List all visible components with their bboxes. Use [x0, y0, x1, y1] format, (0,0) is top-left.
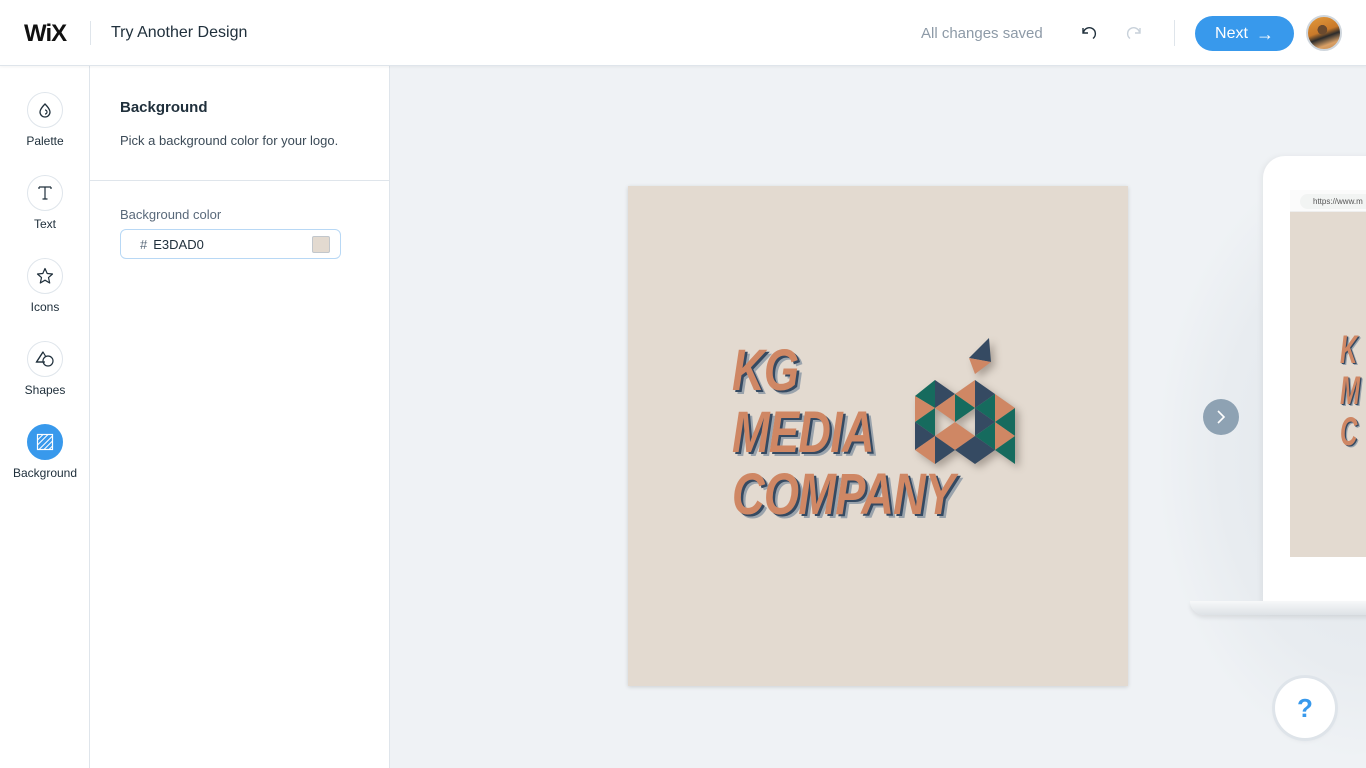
mockup-logo-line: K	[1340, 328, 1358, 372]
logo-line: COMPANY	[732, 462, 955, 527]
sidebar-label: Background	[12, 466, 78, 480]
undo-icon	[1082, 27, 1097, 40]
laptop-mockup: https://www.m K M C	[1263, 156, 1366, 612]
sidebar-item-shapes[interactable]: Shapes	[0, 341, 90, 397]
mockup-url: https://www.m	[1300, 194, 1366, 209]
user-avatar[interactable]	[1306, 15, 1342, 51]
hash-symbol: #	[140, 236, 148, 252]
chevron-right-icon	[1217, 410, 1226, 424]
page-title: Try Another Design	[111, 24, 248, 41]
mockup-logo: K M C	[1340, 330, 1360, 453]
mockup-screen: K M C	[1290, 212, 1366, 557]
text-t-icon	[38, 186, 52, 200]
undo-button[interactable]	[1077, 22, 1099, 44]
color-swatch[interactable]	[312, 236, 330, 253]
text-circle	[27, 175, 63, 211]
sidebar-label: Icons	[30, 300, 60, 314]
sidebar-label: Shapes	[24, 383, 66, 397]
next-preview-button[interactable]	[1203, 399, 1239, 435]
background-hatch-icon	[36, 433, 54, 451]
logo-preview-card[interactable]: KG MEDIA COMPANY	[628, 186, 1128, 686]
redo-icon	[1126, 27, 1141, 40]
tools-sidebar: Palette Text Icons Shapes Background	[0, 66, 90, 768]
background-color-field[interactable]: #	[120, 229, 341, 259]
panel-description: Pick a background color for your logo.	[120, 133, 339, 148]
shapes-icon	[35, 351, 54, 367]
panel-title: Background	[120, 99, 208, 116]
header-divider	[1174, 20, 1175, 46]
browser-bar: https://www.m	[1290, 190, 1366, 212]
background-panel: Background Pick a background color for y…	[90, 66, 390, 768]
header-divider	[90, 21, 91, 45]
droplet-icon	[39, 103, 51, 118]
sidebar-item-palette[interactable]: Palette	[0, 92, 90, 148]
star-icon	[36, 267, 54, 284]
wix-logo[interactable]: WiX	[24, 20, 67, 48]
sidebar-item-text[interactable]: Text	[0, 175, 90, 231]
preview-canvas: KG MEDIA COMPANY https://www.m K M C ?	[390, 66, 1366, 768]
next-label: Next	[1215, 24, 1248, 42]
next-button[interactable]: Next →	[1195, 16, 1294, 51]
sidebar-label: Text	[33, 217, 56, 231]
sidebar-label: Palette	[26, 134, 64, 148]
panel-divider	[90, 180, 389, 181]
hex-color-input[interactable]	[153, 236, 304, 252]
sidebar-item-icons[interactable]: Icons	[0, 258, 90, 314]
laptop-base	[1190, 601, 1366, 615]
palette-circle	[27, 92, 63, 128]
redo-button[interactable]	[1124, 22, 1146, 44]
mockup-logo-line: C	[1340, 410, 1358, 454]
help-button[interactable]: ?	[1275, 678, 1335, 738]
background-circle	[27, 424, 63, 460]
geometric-emblem-icon	[915, 338, 1015, 464]
shapes-circle	[27, 341, 63, 377]
top-bar: WiX Try Another Design All changes saved…	[0, 0, 1366, 66]
icons-circle	[27, 258, 63, 294]
arrow-right-icon: →	[1255, 23, 1274, 44]
background-color-label: Background color	[120, 207, 222, 222]
save-status: All changes saved	[921, 25, 1043, 42]
mockup-logo-line: M	[1340, 369, 1360, 413]
sidebar-item-background[interactable]: Background	[0, 424, 90, 480]
